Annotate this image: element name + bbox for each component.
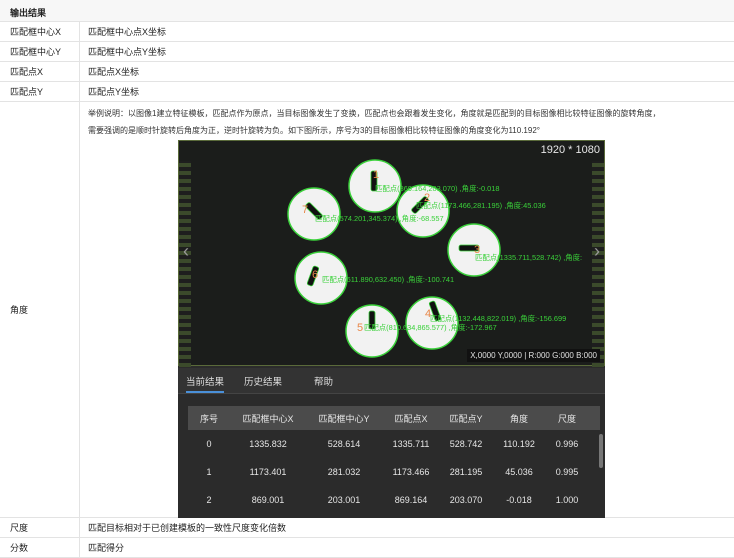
column-header: 匹配框中心X — [242, 413, 294, 424]
cell: 281.195 — [449, 467, 483, 477]
column-header: 序号 — [199, 413, 218, 424]
table-title: 输出结果 — [10, 8, 47, 18]
param-desc: 匹配点Y坐标 — [88, 87, 140, 97]
pixel-status-bar: X,0000 Y,0000 | R:000 G:000 B:000 — [467, 349, 600, 362]
match-label: 匹配点(810.634,865.577) ,角度:-172.967 — [364, 323, 497, 332]
column-header: 匹配框中心Y — [318, 413, 370, 424]
cell: 869.001 — [251, 495, 285, 505]
table-row[interactable]: 0 1335.832 528.614 1335.711 528.742 110.… — [188, 430, 600, 458]
match-number: 6 — [312, 269, 318, 281]
param-desc: 匹配得分 — [88, 543, 125, 553]
angle-description-line1: 举例说明：以图像1建立特征模板，匹配点作为原点，当目标图像发生了变换，匹配点也会… — [88, 109, 661, 118]
cell: 1.000 — [555, 495, 579, 505]
cell: -0.018 — [506, 495, 532, 505]
cell: 110.192 — [503, 439, 535, 449]
table-row: 分数 匹配得分 — [0, 538, 734, 558]
match-number: 7 — [302, 204, 308, 216]
cell: 1173.401 — [249, 467, 287, 477]
cell: 281.032 — [327, 467, 361, 477]
column-header: 尺度 — [557, 413, 576, 424]
cell: 203.070 — [449, 495, 483, 505]
match-label: 匹配点(574.201,345.374) ,角度:-68.557 — [315, 214, 444, 223]
tab-help[interactable]: 帮助 — [314, 374, 333, 388]
match-number: 1 — [373, 169, 379, 181]
cell: 528.742 — [449, 439, 483, 449]
tab-history-results[interactable]: 历史结果 — [244, 374, 282, 388]
column-header: 匹配点Y — [449, 413, 483, 424]
angle-description-line2: 需要强调的是顺时针旋转后角度为正，逆时针旋转为负。如下图所示，序号为3的目标图像… — [88, 126, 540, 135]
param-name: 匹配点X — [0, 62, 80, 81]
image-canvas[interactable]: ‹ › 1920 * 1080 1 2 3 4 5 6 7 匹配点(869.16… — [178, 140, 605, 367]
param-name: 匹配框中心X — [0, 22, 80, 41]
param-desc: 匹配框中心点X坐标 — [88, 27, 167, 37]
table-header-row: 输出结果 — [0, 0, 734, 22]
match-label: 匹配点(1132.448,822.019) ,角度:-156.699 — [430, 314, 566, 323]
table-scrollbar[interactable] — [599, 434, 603, 468]
match-label: 匹配点(1173.466,281.195) ,角度:45.036 — [416, 201, 546, 210]
cell: 1173.466 — [392, 467, 430, 477]
cell: 869.164 — [394, 495, 428, 505]
cell: 0.995 — [555, 467, 579, 477]
cell: 1335.832 — [249, 439, 287, 449]
param-name: 分数 — [0, 538, 80, 557]
param-name: 匹配点Y — [0, 82, 80, 101]
cell: 1 — [206, 467, 212, 477]
table-row[interactable]: 2 869.001 203.001 869.164 203.070 -0.018… — [188, 486, 600, 514]
param-name: 角度 — [0, 102, 80, 517]
results-table-header: 序号 匹配框中心X 匹配框中心Y 匹配点X 匹配点Y 角度 尺度 — [188, 406, 600, 430]
match-number: 5 — [357, 322, 363, 334]
match-overlay: 1 2 3 4 5 6 7 匹配点(869.164,203.070) ,角度:-… — [287, 159, 582, 358]
cell: 1335.711 — [392, 439, 430, 449]
tab-current-results[interactable]: 当前结果 — [186, 374, 225, 393]
cell: 45.036 — [505, 467, 533, 477]
column-header: 角度 — [509, 413, 528, 424]
param-name: 尺度 — [0, 518, 80, 537]
table-row: 尺度 匹配目标相对于已创建模板的一致性尺度变化倍数 — [0, 518, 734, 538]
param-desc: 匹配框中心点Y坐标 — [88, 47, 167, 57]
table-row: 匹配点Y 匹配点Y坐标 — [0, 82, 734, 102]
cell: 528.614 — [327, 439, 361, 449]
result-tabs: 当前结果 历史结果 帮助 — [178, 368, 605, 394]
match-label: 匹配点(1335.711,528.742) ,角度: — [475, 253, 582, 262]
cell: 0 — [206, 439, 212, 449]
match-label: 匹配点(611.890,632.450) ,角度:-100.741 — [322, 275, 454, 284]
table-row: 匹配框中心X 匹配框中心点X坐标 — [0, 22, 734, 42]
table-row: 匹配框中心Y 匹配框中心点Y坐标 — [0, 42, 734, 62]
output-results-table: 输出结果 匹配框中心X 匹配框中心点X坐标 匹配框中心Y 匹配框中心点Y坐标 匹… — [0, 0, 734, 558]
table-row[interactable]: 1 1173.401 281.032 1173.466 281.195 45.0… — [188, 458, 600, 486]
match-label: 匹配点(869.164,203.070) ,角度:-0.018 — [375, 184, 499, 193]
table-row: 匹配点X 匹配点X坐标 — [0, 62, 734, 82]
column-header: 匹配点X — [394, 413, 428, 424]
cell: 2 — [206, 495, 212, 505]
param-desc: 匹配点X坐标 — [88, 67, 140, 77]
cell: 0.996 — [555, 439, 579, 449]
param-name: 匹配框中心Y — [0, 42, 80, 61]
software-screenshot: ‹ › 1920 * 1080 1 2 3 4 5 6 7 匹配点(869.16… — [178, 140, 605, 518]
cell: 203.001 — [327, 495, 361, 505]
param-desc: 匹配目标相对于已创建模板的一致性尺度变化倍数 — [88, 523, 287, 533]
